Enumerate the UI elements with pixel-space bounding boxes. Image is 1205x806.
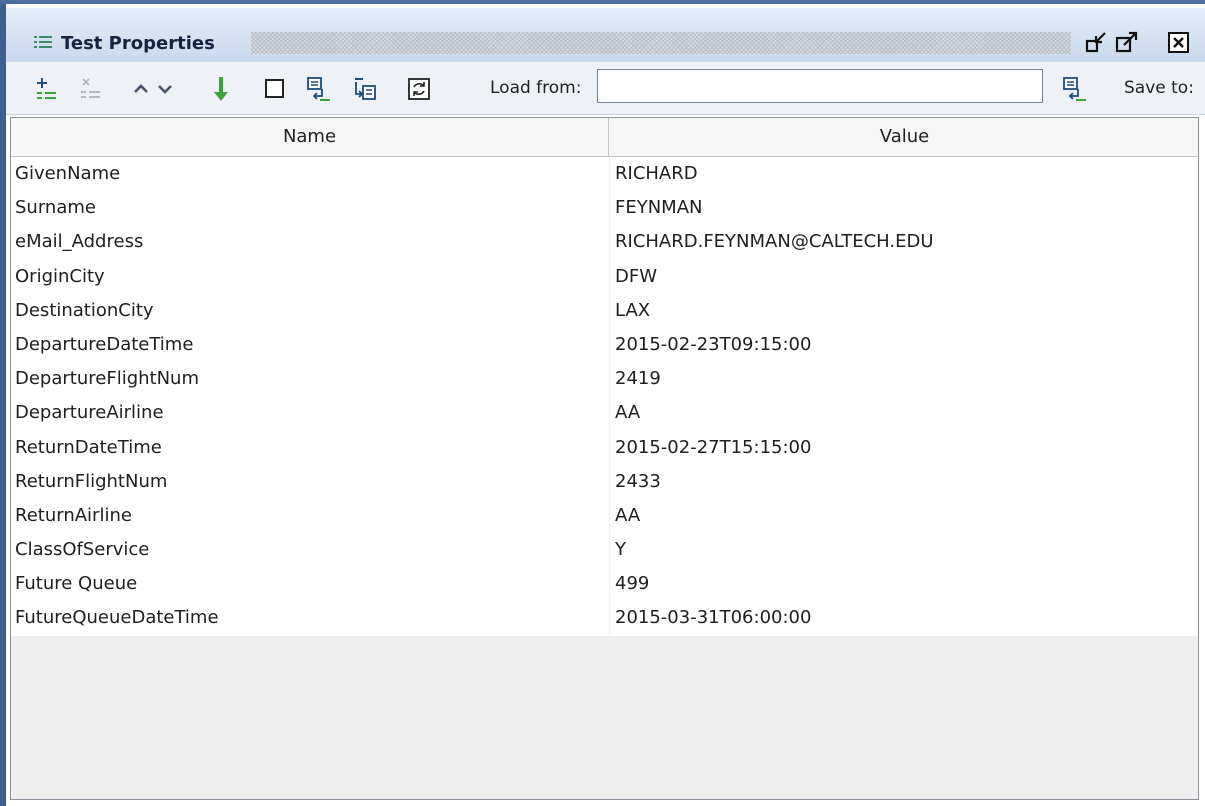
property-name-cell[interactable]: Surname (15, 191, 605, 225)
table-row[interactable]: eMail_Address RICHARD.FEYNMAN@CALTECH.EDU (11, 225, 1198, 260)
panel-title-bar[interactable]: Test Properties (6, 8, 1205, 62)
table-row[interactable]: OriginCity DFW (11, 259, 1198, 294)
column-divider (609, 362, 610, 397)
property-value-cell[interactable]: FEYNMAN (615, 191, 1195, 225)
property-value-cell[interactable]: 2015-02-27T15:15:00 (615, 431, 1195, 465)
table-row[interactable]: ReturnFlightNum 2433 (11, 464, 1198, 499)
property-name-cell[interactable]: DepartureAirline (15, 396, 605, 430)
import-icon[interactable] (352, 76, 378, 102)
property-name-cell[interactable]: ReturnDateTime (15, 431, 605, 465)
property-name-cell[interactable]: ReturnFlightNum (15, 465, 605, 499)
property-name-cell[interactable]: OriginCity (15, 260, 605, 294)
property-name-cell[interactable]: FutureQueueDateTime (15, 601, 605, 635)
column-divider (609, 464, 610, 499)
column-divider (609, 498, 610, 533)
load-from-input[interactable] (597, 69, 1043, 103)
title-drag-area[interactable] (251, 32, 1071, 54)
save-icon[interactable] (1062, 76, 1088, 102)
column-divider (609, 293, 610, 328)
property-name-cell[interactable]: eMail_Address (15, 225, 605, 259)
property-name-cell[interactable]: DepartureFlightNum (15, 362, 605, 396)
delete-property-icon[interactable] (78, 76, 104, 102)
property-name-cell[interactable]: Future Queue (15, 567, 605, 601)
table-row[interactable]: DepartureDateTime 2015-02-23T09:15:00 (11, 327, 1198, 363)
property-value-cell[interactable]: RICHARD (615, 157, 1195, 191)
column-header-name[interactable]: Name (11, 118, 609, 156)
property-value-cell[interactable]: 499 (615, 567, 1195, 601)
property-value-cell[interactable]: Y (615, 533, 1195, 567)
property-name-cell[interactable]: GivenName (15, 157, 605, 191)
table-body: GivenName RICHARD Surname FEYNMAN eMail_Addr… (11, 157, 1198, 636)
load-icon[interactable] (306, 76, 332, 102)
table-row[interactable]: DestinationCity LAX (11, 293, 1198, 328)
column-divider (609, 327, 610, 362)
property-value-cell[interactable]: DFW (615, 260, 1195, 294)
window-frame-top (0, 0, 1205, 4)
column-divider (609, 430, 610, 465)
refresh-icon[interactable] (406, 76, 432, 102)
add-property-icon[interactable] (34, 76, 60, 102)
table-row[interactable]: ReturnAirline AA (11, 498, 1198, 534)
table-row[interactable]: ReturnDateTime 2015-02-27T15:15:00 (11, 430, 1198, 465)
blank-icon[interactable] (262, 76, 288, 102)
property-name-cell[interactable]: ReturnAirline (15, 499, 605, 533)
maximize-icon[interactable] (1114, 30, 1140, 56)
window-frame-left (0, 0, 6, 806)
column-divider (609, 396, 610, 431)
restore-icon[interactable] (1084, 30, 1110, 56)
close-icon[interactable] (1166, 30, 1192, 56)
table-row[interactable]: Future Queue 499 (11, 567, 1198, 602)
property-value-cell[interactable]: 2015-03-31T06:00:00 (615, 601, 1195, 635)
toolbar: Load from: Save to: (6, 62, 1205, 115)
panel-title: Test Properties (61, 33, 215, 54)
property-value-cell[interactable]: AA (615, 396, 1195, 430)
table-row[interactable]: ClassOfService Y (11, 533, 1198, 568)
column-divider (609, 191, 610, 226)
table-row[interactable]: DepartureAirline AA (11, 396, 1198, 431)
table-row[interactable]: FutureQueueDateTime 2015-03-31T06:00:00 (11, 601, 1198, 636)
property-value-cell[interactable]: 2419 (615, 362, 1195, 396)
move-up-icon[interactable] (128, 76, 154, 102)
table-header: Name Value (11, 118, 1198, 157)
column-divider (609, 567, 610, 602)
property-value-cell[interactable]: AA (615, 499, 1195, 533)
property-value-cell[interactable]: 2015-02-23T09:15:00 (615, 328, 1195, 362)
sort-down-icon[interactable] (208, 76, 234, 102)
column-divider (609, 225, 610, 260)
column-divider (609, 601, 610, 636)
column-divider (609, 533, 610, 568)
column-divider (609, 259, 610, 294)
property-value-cell[interactable]: 2433 (615, 465, 1195, 499)
property-name-cell[interactable]: ClassOfService (15, 533, 605, 567)
list-icon (34, 35, 52, 49)
save-to-label: Save to: (1124, 78, 1194, 98)
load-from-label: Load from: (490, 78, 582, 98)
property-name-cell[interactable]: DepartureDateTime (15, 328, 605, 362)
properties-table: Name Value GivenName RICHARD Surname FEYNMA… (10, 117, 1199, 800)
property-name-cell[interactable]: DestinationCity (15, 294, 605, 328)
property-value-cell[interactable]: RICHARD.FEYNMAN@CALTECH.EDU (615, 225, 1195, 259)
move-down-icon[interactable] (152, 76, 178, 102)
table-row[interactable]: DepartureFlightNum 2419 (11, 362, 1198, 397)
property-value-cell[interactable]: LAX (615, 294, 1195, 328)
table-row[interactable]: Surname FEYNMAN (11, 191, 1198, 226)
table-row[interactable]: GivenName RICHARD (11, 157, 1198, 192)
column-header-value[interactable]: Value (609, 118, 1198, 156)
column-divider (609, 157, 610, 191)
